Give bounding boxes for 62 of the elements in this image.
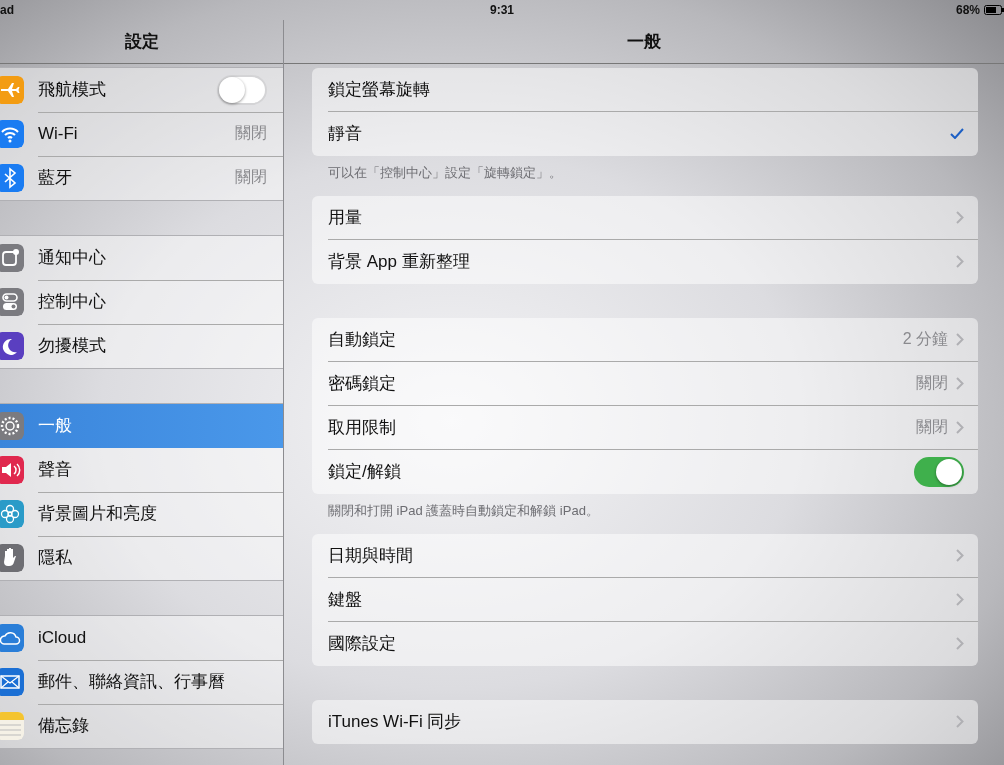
setting-value: 關閉 xyxy=(235,123,267,143)
page-title: 一般 xyxy=(627,31,661,53)
cloud-icon xyxy=(0,624,24,652)
settings-row[interactable]: 用量 xyxy=(312,196,978,240)
setting-value: 關閉 xyxy=(916,373,948,393)
sidebar-item[interactable]: 隱私 xyxy=(0,536,283,580)
chevron-icon xyxy=(956,549,964,562)
battery-icon xyxy=(984,5,1004,15)
settings-row[interactable]: 自動鎖定 2 分鐘 xyxy=(312,318,978,362)
sidebar-item[interactable]: Wi-Fi 關閉 xyxy=(0,112,283,156)
settings-row[interactable]: 密碼鎖定 關閉 xyxy=(312,362,978,406)
settings-row[interactable]: 鎖定螢幕旋轉 xyxy=(312,68,978,112)
settings-row[interactable]: 靜音 xyxy=(312,112,978,156)
bluetooth-icon xyxy=(0,164,24,192)
flower-icon xyxy=(0,500,24,528)
settings-row[interactable]: 取用限制 關閉 xyxy=(312,406,978,450)
sidebar-item[interactable]: 背景圖片和亮度 xyxy=(0,492,283,536)
chevron-icon xyxy=(956,593,964,606)
footnote: 關閉和打開 iPad 護蓋時自動鎖定和解鎖 iPad。 xyxy=(328,503,599,518)
setting-value: 2 分鐘 xyxy=(902,329,948,349)
toggle-switch[interactable] xyxy=(914,456,964,487)
moon-icon xyxy=(0,332,24,360)
sidebar-item[interactable]: 勿擾模式 xyxy=(0,324,283,368)
chevron-icon xyxy=(956,637,964,650)
sidebar-item[interactable]: 聲音 xyxy=(0,448,283,492)
settings-row[interactable]: iTunes Wi-Fi 同步 xyxy=(312,700,978,744)
footnote: 可以在「控制中心」設定「旋轉鎖定」。 xyxy=(328,165,562,180)
sidebar-item[interactable]: 藍牙 關閉 xyxy=(0,156,283,200)
chevron-icon xyxy=(956,211,964,224)
settings-row[interactable]: 國際設定 xyxy=(312,622,978,666)
device-name: ad xyxy=(0,3,15,17)
settings-row[interactable]: 日期與時間 xyxy=(312,534,978,578)
chevron-icon xyxy=(956,715,964,728)
chevron-icon xyxy=(956,377,964,390)
settings-row[interactable]: 背景 App 重新整理 xyxy=(312,240,978,284)
speaker-icon xyxy=(0,456,24,484)
sidebar-item[interactable]: 飛航模式 xyxy=(0,68,283,112)
settings-icon xyxy=(0,412,24,440)
wifi-icon xyxy=(0,120,24,148)
sidebar-item[interactable]: 控制中心 xyxy=(0,280,283,324)
settings-row[interactable]: 鎖定/解鎖 xyxy=(312,450,978,494)
status-time: 9:31 xyxy=(490,3,514,17)
notepad-icon xyxy=(0,712,24,740)
airplane-icon xyxy=(0,76,24,104)
notifications-icon xyxy=(0,244,24,272)
toggle-switch[interactable] xyxy=(217,74,267,105)
setting-value: 關閉 xyxy=(916,417,948,437)
sidebar-title: 設定 xyxy=(124,31,159,53)
envelope-icon xyxy=(0,668,24,696)
toggles-icon xyxy=(0,288,24,316)
sidebar-item[interactable]: 備忘錄 xyxy=(0,704,283,748)
battery-percent: 68% xyxy=(955,3,980,17)
chevron-icon xyxy=(956,255,964,268)
hand-icon xyxy=(0,544,24,572)
sidebar-item[interactable]: iCloud xyxy=(0,616,283,660)
chevron-icon xyxy=(956,333,964,346)
sidebar-item[interactable]: 通知中心 xyxy=(0,236,283,280)
sidebar-item[interactable]: 一般 xyxy=(0,404,283,448)
settings-row[interactable]: 鍵盤 xyxy=(312,578,978,622)
chevron-icon xyxy=(956,421,964,434)
setting-value: 關閉 xyxy=(235,167,267,187)
sidebar-item[interactable]: 郵件、聯絡資訊、行事曆 xyxy=(0,660,283,704)
